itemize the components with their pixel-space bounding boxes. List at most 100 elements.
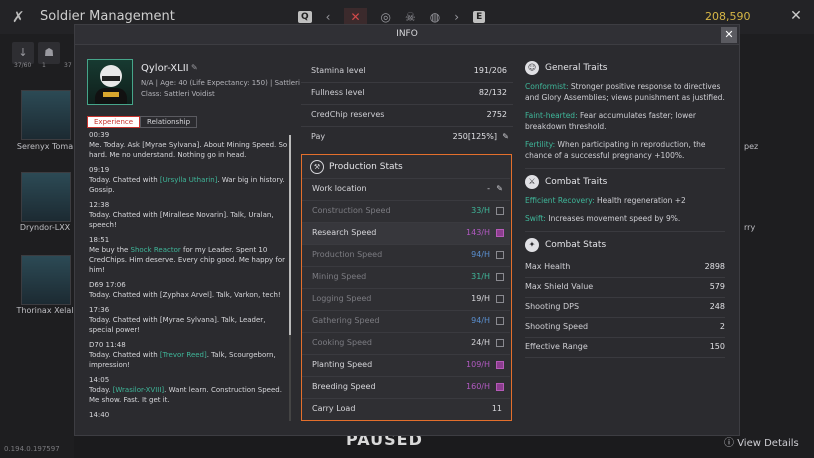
soldier-card-name[interactable]: Serenyx Toma: [16, 142, 74, 152]
soldier-card-name[interactable]: pez: [744, 142, 814, 151]
combat-stats-header: ✦ Combat Stats: [525, 238, 725, 252]
production-row[interactable]: Logging Speed 19/H: [302, 288, 510, 310]
right-soldier-list: [740, 34, 814, 458]
production-checkbox[interactable]: [496, 317, 504, 325]
production-value: 31/H: [471, 272, 490, 281]
production-checkbox[interactable]: [496, 273, 504, 281]
combat-traits-title: Combat Traits: [545, 177, 608, 187]
combat-stat-label: Max Health: [525, 262, 571, 271]
vitals-panel: Stamina level 191/206 Fullness level 82/…: [301, 61, 513, 149]
modal-close-button[interactable]: ✕: [721, 27, 737, 43]
log-entry: D69 17:06 Today. Chatted with [Zyphax Arv…: [89, 281, 289, 300]
production-row[interactable]: Planting Speed 109/H: [302, 354, 510, 376]
combat-stats-title: Combat Stats: [545, 240, 607, 250]
vital-row: CredChip reserves 2752: [301, 105, 513, 127]
production-checkbox[interactable]: [496, 383, 504, 391]
log-time: D70 11:48: [89, 341, 126, 349]
group-icon[interactable]: ☗: [38, 42, 60, 64]
production-row[interactable]: Cooking Speed 24/H: [302, 332, 510, 354]
edit-work-location-pencil-icon[interactable]: ✎: [496, 184, 503, 193]
production-row[interactable]: Gathering Speed 94/H: [302, 310, 510, 332]
production-label: Planting Speed: [312, 360, 373, 369]
info-modal: INFO ✕ Qylor-XLII ✎ N/A | Age: 40 (Life …: [74, 24, 740, 436]
combat-stats-icon: ✦: [525, 238, 539, 252]
production-checkbox[interactable]: [496, 339, 504, 347]
experience-log[interactable]: 00:39 Me. Today. Ask [Myrae Sylvana]. Abo…: [89, 131, 289, 421]
production-checkbox[interactable]: [496, 251, 504, 259]
tab-skull-icon[interactable]: ☠: [405, 10, 416, 24]
soldier-card-portrait[interactable]: [21, 172, 71, 222]
view-details-button[interactable]: ⓘ View Details: [724, 434, 799, 449]
production-row[interactable]: Mining Speed 31/H: [302, 266, 510, 288]
count-label: 37: [64, 62, 72, 69]
production-value: 143/H: [466, 228, 490, 237]
production-value: 19/H: [471, 294, 490, 303]
production-row[interactable]: Research Speed 143/H: [302, 222, 510, 244]
trait-entry: Fertility: When participating in reprodu…: [525, 139, 725, 161]
production-title: Production Stats: [329, 162, 403, 172]
log-text: Learn Mining Speed. From [Trevor Reed]. …: [89, 420, 289, 421]
modal-title: INFO: [396, 29, 418, 39]
production-value: 94/H: [471, 250, 490, 259]
log-highlight: [Trevor Reed]: [159, 351, 207, 359]
log-text: Me. Today. Ask [Myrae Sylvana]. About Mi…: [89, 140, 289, 160]
production-value: 160/H: [466, 382, 490, 391]
work-location-value: -: [487, 184, 490, 193]
chevron-right-icon[interactable]: ›: [454, 10, 459, 24]
info-tabs: Experience Relationship: [87, 116, 198, 128]
vital-row: Stamina level 191/206: [301, 61, 513, 83]
log-highlight: [Ursylla Utharin]: [159, 176, 218, 184]
pay-value: 250[125%]: [452, 132, 497, 141]
combat-stat-value: 2: [719, 322, 725, 331]
combat-traits-header: ⚔ Combat Traits: [525, 175, 725, 189]
trait-name: Conformist:: [525, 82, 569, 91]
production-checkbox[interactable]: [496, 361, 504, 369]
view-details-label: View Details: [737, 438, 799, 449]
log-time: 14:40: [89, 411, 110, 419]
log-scroll-thumb[interactable]: [289, 135, 291, 335]
production-row[interactable]: Breeding Speed 160/H: [302, 376, 510, 398]
production-checkbox[interactable]: [496, 295, 504, 303]
production-checkbox[interactable]: [496, 229, 504, 237]
trait-entry: Faint-hearted: Fear accumulates faster; …: [525, 110, 725, 132]
rename-pencil-icon[interactable]: ✎: [191, 63, 198, 72]
tab-faction-icon[interactable]: ◎: [381, 10, 391, 24]
tab-planet-icon[interactable]: ◍: [430, 10, 440, 24]
soldier-card-portrait[interactable]: [21, 255, 71, 305]
combat-stat-value: 579: [709, 282, 725, 291]
log-text: Today. Chatted with [Ursylla Utharin]. W…: [89, 175, 289, 195]
filter-icon[interactable]: ↓: [12, 42, 34, 64]
version-label: 0.194.0.197597: [4, 445, 60, 453]
general-traits-list: Conformist: Stronger positive response t…: [525, 81, 725, 161]
log-time: D69 17:06: [89, 281, 126, 289]
carry-load-row: Carry Load 11: [302, 398, 510, 420]
log-text: Today. Chatted with [Myrae Sylvana]. Tal…: [89, 315, 289, 335]
close-window-button[interactable]: ✕: [786, 6, 806, 26]
nav-prev-key[interactable]: Q: [298, 11, 312, 23]
tab-relationship[interactable]: Relationship: [140, 116, 198, 128]
work-location-row: Work location - ✎: [302, 178, 510, 200]
production-header: ⚒ Production Stats: [310, 160, 403, 174]
chevron-left-icon[interactable]: ‹: [326, 10, 331, 24]
soldier-card-name[interactable]: Thorinax Xelal: [16, 306, 74, 316]
soldier-card-portrait[interactable]: [21, 90, 71, 140]
trait-entry: Conformist: Stronger positive response t…: [525, 81, 725, 103]
production-row[interactable]: Production Speed 94/H: [302, 244, 510, 266]
combat-stats-list: Max Health 2898 Max Shield Value 579 Shootin…: [525, 258, 725, 358]
combat-stat-label: Shooting DPS: [525, 302, 580, 311]
pay-row: Pay 250[125%] ✎: [301, 127, 513, 149]
log-entry: 14:05 Today. [Wrasilor-XVIII]. Want learn…: [89, 376, 289, 405]
production-value: 109/H: [466, 360, 490, 369]
log-scrollbar[interactable]: [289, 135, 291, 421]
soldier-card-name[interactable]: Dryndor-LXX: [16, 223, 74, 233]
nav-next-key[interactable]: E: [473, 11, 486, 23]
soldier-card-name[interactable]: rry: [744, 223, 814, 232]
tab-experience[interactable]: Experience: [87, 116, 141, 128]
general-traits-title: General Traits: [545, 63, 608, 73]
combat-traits-list: Efficient Recovery: Health regeneration …: [525, 195, 725, 224]
log-highlight: [Wrasilor-XVIII]: [112, 386, 165, 394]
production-row[interactable]: Construction Speed 33/H: [302, 200, 510, 222]
count-label: 1: [42, 62, 46, 69]
edit-pay-pencil-icon[interactable]: ✎: [502, 132, 509, 141]
production-checkbox[interactable]: [496, 207, 504, 215]
